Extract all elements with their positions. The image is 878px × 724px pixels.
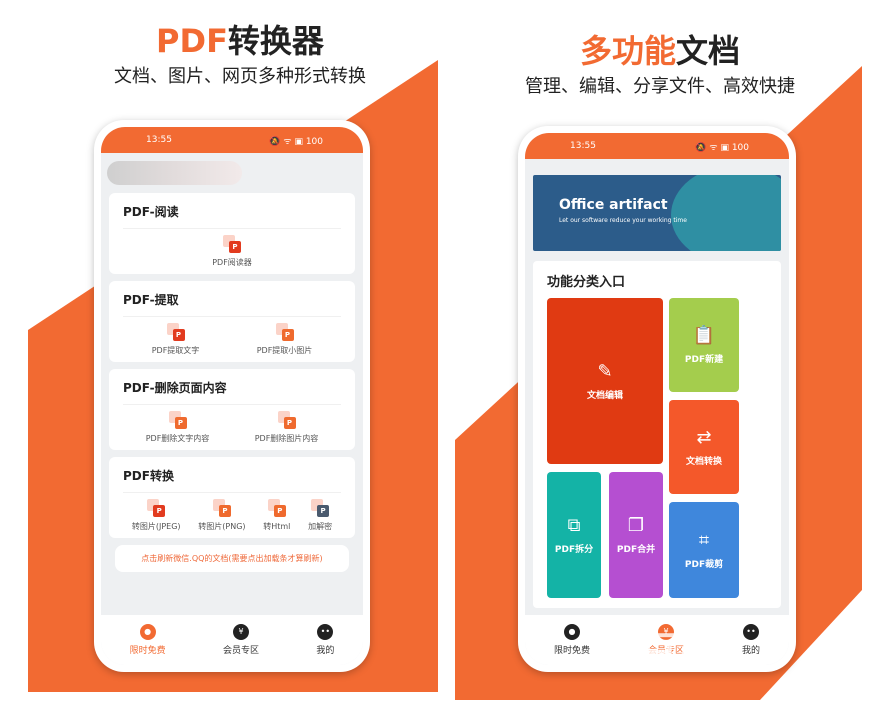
- right-title-accent: 多功能: [579, 32, 676, 70]
- feature-item[interactable]: P PDF提取小图片: [256, 323, 313, 356]
- right-subtitle: 管理、编辑、分享文件、高效快捷: [525, 76, 795, 97]
- tile-label: 文档转换: [685, 457, 722, 467]
- section-title: PDF-阅读: [123, 203, 341, 229]
- section-title: PDF-删除页面内容: [123, 379, 341, 405]
- section-card: PDF-删除页面内容 P PDF删除文字内容 P PDF删除图片内容: [109, 369, 355, 450]
- feature-label: PDF阅读器: [212, 258, 252, 267]
- clipboard-add-icon: 📋: [692, 325, 716, 346]
- tab-label: 限时免费: [553, 646, 590, 656]
- section-title: PDF转换: [123, 467, 341, 493]
- feature-item[interactable]: P PDF删除文字内容: [145, 411, 210, 444]
- feature-item[interactable]: P PDF删除图片内容: [254, 411, 319, 444]
- pdf-file-icon: P: [212, 499, 231, 517]
- banner-subtitle: Let our software reduce your working tim…: [559, 217, 687, 224]
- feature-item[interactable]: P PDF阅读器: [212, 235, 252, 268]
- left-title-accent: PDF: [156, 22, 228, 60]
- tab-free[interactable]: ● 限时免费: [554, 624, 590, 656]
- tile-doc-convert[interactable]: ⇄ 文档转换: [669, 400, 739, 494]
- feature-label: 转图片(JPEG): [131, 522, 181, 531]
- tab-label: 我的: [741, 646, 760, 656]
- status-icons: 🔕 ᯤ ▣ 100: [695, 142, 749, 153]
- left-headline: PDF转换器 文档、图片、网页多种形式转换: [60, 16, 420, 88]
- panel-title: 功能分类入口: [547, 275, 626, 290]
- face-icon: ••: [742, 624, 759, 640]
- feature-item[interactable]: P 转图片(JPEG): [132, 499, 181, 532]
- right-headline: 多功能文档 管理、编辑、分享文件、高效快捷: [480, 26, 840, 98]
- left-subtitle: 文档、图片、网页多种形式转换: [114, 66, 366, 87]
- pdf-file-icon: P: [275, 323, 294, 341]
- tab-free[interactable]: ● 限时免费: [130, 624, 166, 656]
- feature-label: PDF删除文字内容: [145, 434, 210, 443]
- feature-label: 转图片(PNG): [198, 522, 246, 531]
- refresh-notice[interactable]: 点击刷新微信.QQ的文档(需要点出加载条才算刷新): [115, 545, 349, 572]
- tile-label: PDF拆分: [554, 545, 594, 555]
- convert-icon: ⇄: [696, 427, 712, 448]
- status-icons: 🔕 ᯤ ▣ 100: [269, 136, 323, 147]
- function-panel: 功能分类入口 ✎ 文档编辑 📋 PDF新建 ⇄ 文档转换 ⧉ PDF拆分 ❐ PDF合并 …: [533, 261, 781, 608]
- feature-item[interactable]: P 转Html: [263, 499, 290, 532]
- feature-label: PDF提取小图片: [256, 346, 313, 355]
- status-time: 13:55: [146, 135, 172, 145]
- tile-doc-edit[interactable]: ✎ 文档编辑: [547, 298, 663, 464]
- section-card: PDF-阅读 P PDF阅读器: [109, 193, 355, 274]
- left-phone: 13:55 🔕 ᯤ ▣ 100 PDF-阅读 P PDF阅读器 PDF-提取 P PDF提取…: [94, 120, 370, 672]
- bottom-tab-bar: ● 限时免费 ¥ 会员专区 •• 我的: [101, 615, 363, 665]
- feature-label: PDF删除图片内容: [254, 434, 319, 443]
- feature-label: PDF提取文字: [151, 346, 200, 355]
- left-title: 转换器: [227, 22, 324, 60]
- pdf-file-icon: P: [223, 235, 241, 253]
- blurred-header: [107, 161, 242, 185]
- pdf-file-icon: P: [147, 499, 166, 517]
- pdf-file-icon: P: [277, 411, 296, 429]
- split-icon: ⧉: [567, 515, 581, 536]
- edit-icon: ✎: [597, 361, 613, 382]
- office-banner[interactable]: Office artifact Let our software reduce y…: [533, 175, 781, 251]
- money-bag-icon: ●: [139, 624, 156, 640]
- feature-label: 加解密: [308, 522, 333, 531]
- tile-pdf-crop[interactable]: ⌗ PDF裁剪: [669, 502, 739, 598]
- feature-label: 转Html: [263, 522, 291, 531]
- tile-pdf-merge[interactable]: ❐ PDF合并: [609, 472, 663, 598]
- tab-label: 限时免费: [129, 646, 166, 656]
- tile-label: PDF合并: [616, 545, 656, 555]
- tile-label: PDF新建: [684, 355, 724, 365]
- money-bag-icon: ¥: [232, 624, 249, 640]
- section-title: PDF-提取: [123, 291, 341, 317]
- tab-vip[interactable]: ¥ 会员专区: [223, 624, 259, 656]
- status-bar: 13:55 🔕 ᯤ ▣ 100: [525, 133, 789, 159]
- tile-label: PDF裁剪: [684, 560, 724, 570]
- pdf-file-icon: P: [267, 499, 286, 517]
- banner-title: Office artifact: [559, 197, 668, 213]
- section-card: PDF-提取 P PDF提取文字 P PDF提取小图片: [109, 281, 355, 362]
- face-icon: ••: [317, 624, 334, 640]
- status-bar: 13:55 🔕 ᯤ ▣ 100: [101, 127, 363, 153]
- tab-label: 我的: [316, 646, 335, 656]
- tab-mine[interactable]: •• 我的: [742, 624, 760, 656]
- right-title: 文档: [676, 32, 741, 70]
- tile-pdf-new[interactable]: 📋 PDF新建: [669, 298, 739, 392]
- pdf-file-icon: P: [166, 323, 185, 341]
- section-card: PDF转换 P 转图片(JPEG) P 转图片(PNG) P 转Html P 加解密: [109, 457, 355, 538]
- feature-item[interactable]: P 加解密: [308, 499, 332, 532]
- pdf-file-icon: P: [311, 499, 330, 517]
- watermark-logo: 豌豆荚: [600, 629, 721, 673]
- money-bag-icon: ●: [563, 624, 580, 640]
- tab-mine[interactable]: •• 我的: [316, 624, 334, 656]
- right-phone: 13:55 🔕 ᯤ ▣ 100 Office artifact Let our so…: [518, 126, 796, 672]
- pdf-file-icon: P: [168, 411, 187, 429]
- crop-icon: ⌗: [698, 530, 710, 551]
- status-time: 13:55: [570, 141, 596, 151]
- tab-label: 会员专区: [222, 646, 259, 656]
- merge-icon: ❐: [627, 515, 645, 536]
- feature-item[interactable]: P PDF提取文字: [151, 323, 200, 356]
- feature-item[interactable]: P 转图片(PNG): [198, 499, 246, 532]
- tile-label: 文档编辑: [586, 391, 623, 401]
- tile-pdf-split[interactable]: ⧉ PDF拆分: [547, 472, 601, 598]
